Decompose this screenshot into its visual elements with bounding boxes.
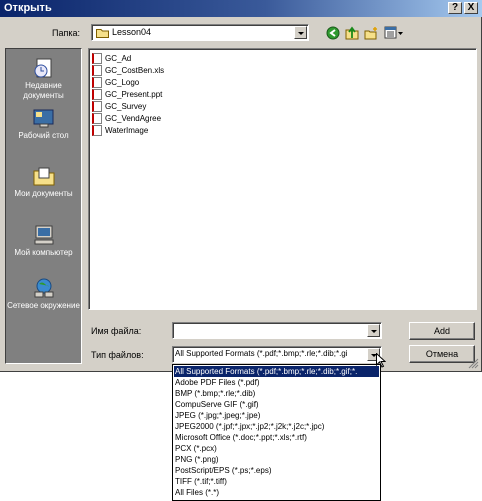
file-name: WaterImage <box>105 126 149 135</box>
folder-select-value: Lesson04 <box>112 27 152 37</box>
filetype-option[interactable]: CompuServe GIF (*.gif) <box>174 399 379 410</box>
chevron-down-icon[interactable] <box>294 26 307 39</box>
place-network[interactable]: Сетевое окружение <box>6 277 81 311</box>
my-documents-icon <box>33 167 54 186</box>
list-item[interactable]: GC_VendAgree <box>92 113 161 125</box>
filename-input[interactable] <box>172 322 382 339</box>
pdf-file-icon <box>92 65 102 76</box>
filetype-select[interactable]: All Supported Formats (*.pdf;*.bmp;*.rle… <box>172 346 382 363</box>
file-name: GC_Survey <box>105 102 147 111</box>
window-title: Открыть <box>4 2 52 14</box>
filetype-option[interactable]: PCX (*.pcx) <box>174 443 379 454</box>
place-my-documents-label: Мои документы <box>14 189 73 198</box>
list-item[interactable]: GC_Ad <box>92 53 131 65</box>
places-bar: Недавние документы Рабочий стол Мои доку… <box>5 48 82 364</box>
recent-documents-icon <box>34 58 51 78</box>
cancel-button[interactable]: Отмена <box>409 345 475 363</box>
filetype-option[interactable]: All Files (*.*) <box>174 487 379 498</box>
open-dialog: Открыть ? X Папка: Lesson04 Недавние док… <box>0 0 482 372</box>
file-name: GC_CostBen.xls <box>105 66 165 75</box>
filetype-option[interactable]: JPEG2000 (*.jpf;*.jpx;*.jp2;*.j2k;*.j2c;… <box>174 421 379 432</box>
add-button[interactable]: Add <box>409 322 475 340</box>
list-item[interactable]: GC_Logo <box>92 77 139 89</box>
close-button[interactable]: X <box>464 2 478 14</box>
desktop-icon <box>33 109 53 128</box>
pdf-file-icon <box>92 77 102 88</box>
filetype-option[interactable]: JPEG (*.jpg;*.jpeg;*.jpe) <box>174 410 379 421</box>
place-my-computer-label: Мой компьютер <box>14 248 73 257</box>
pdf-file-icon <box>92 53 102 64</box>
my-computer-icon <box>34 225 53 245</box>
network-places-icon <box>34 278 53 298</box>
filename-label: Имя файла: <box>91 326 142 336</box>
list-item[interactable]: GC_Present.ppt <box>92 89 162 101</box>
list-item[interactable]: GC_CostBen.xls <box>92 65 164 77</box>
filetype-option[interactable]: PNG (*.png) <box>174 454 379 465</box>
place-desktop[interactable]: Рабочий стол <box>6 107 81 141</box>
filetype-option[interactable]: Microsoft Office (*.doc;*.ppt;*.xls;*.rt… <box>174 432 379 443</box>
view-menu-icon[interactable] <box>384 26 404 40</box>
folder-select[interactable]: Lesson04 <box>91 24 309 41</box>
list-item[interactable]: GC_Survey <box>92 101 146 113</box>
place-my-documents[interactable]: Мои документы <box>6 165 81 199</box>
back-icon[interactable] <box>326 26 340 40</box>
folder-icon <box>96 29 109 38</box>
new-folder-icon[interactable] <box>364 26 378 40</box>
place-network-label: Сетевое окружение <box>7 301 80 310</box>
filetype-dropdown-list: All Supported Formats (*.pdf;*.bmp;*.rle… <box>172 364 381 501</box>
pdf-file-icon <box>92 89 102 100</box>
filetype-select-value: All Supported Formats (*.pdf;*.bmp;*.rle… <box>175 349 348 358</box>
place-desktop-label: Рабочий стол <box>18 131 69 140</box>
filetype-option[interactable]: All Supported Formats (*.pdf;*.bmp;*.rle… <box>174 366 379 377</box>
pdf-file-icon <box>92 113 102 124</box>
folder-label: Папка: <box>52 28 80 38</box>
chevron-down-icon[interactable] <box>367 324 380 337</box>
title-bar[interactable]: Открыть ? X <box>0 0 482 17</box>
pdf-file-icon <box>92 101 102 112</box>
filetype-option[interactable]: BMP (*.bmp;*.rle;*.dib) <box>174 388 379 399</box>
list-item[interactable]: WaterImage <box>92 125 148 137</box>
place-my-computer[interactable]: Мой компьютер <box>6 224 81 258</box>
place-recent-label: Недавние документы <box>23 81 64 100</box>
file-name: GC_VendAgree <box>105 114 162 123</box>
place-recent[interactable]: Недавние документы <box>6 57 81 101</box>
resize-grip-icon[interactable] <box>468 358 479 369</box>
up-folder-icon[interactable] <box>345 26 359 40</box>
filetype-label: Тип файлов: <box>91 350 144 360</box>
filetype-option[interactable]: Adobe PDF Files (*.pdf) <box>174 377 379 388</box>
help-button[interactable]: ? <box>448 2 462 14</box>
file-list[interactable]: GC_Ad GC_CostBen.xls GC_Logo GC_Present.… <box>88 48 477 310</box>
mouse-cursor-icon <box>376 353 386 368</box>
filetype-option[interactable]: TIFF (*.tif;*.tiff) <box>174 476 379 487</box>
file-name: GC_Present.ppt <box>105 90 163 99</box>
filetype-option[interactable]: PostScript/EPS (*.ps;*.eps) <box>174 465 379 476</box>
file-name: GC_Logo <box>105 78 140 87</box>
file-name: GC_Ad <box>105 54 132 63</box>
pdf-file-icon <box>92 125 102 136</box>
